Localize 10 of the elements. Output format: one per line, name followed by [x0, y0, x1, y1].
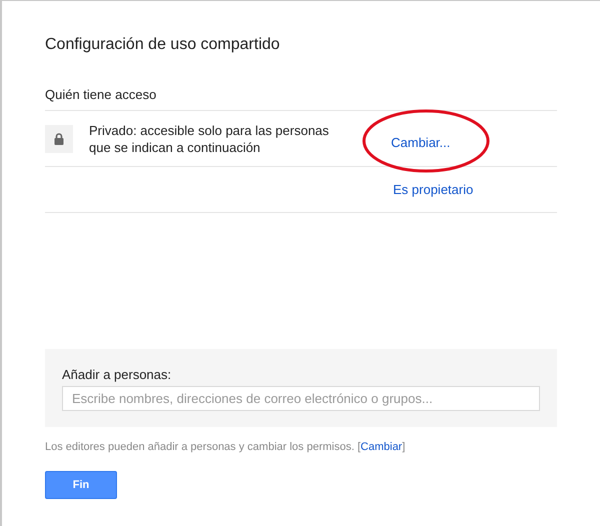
editors-note: Los editores pueden añadir a personas y cambiar los permisos. [Cambiar] — [45, 440, 406, 454]
change-permissions-link[interactable]: Cambiar — [360, 441, 402, 453]
section-heading: Quién tiene acceso — [45, 87, 158, 103]
add-people-label: Añadir a personas: — [62, 367, 172, 383]
visibility-description: Privado: accesible solo para las personas que se indican a continuación — [89, 122, 330, 156]
change-link[interactable]: Cambiar... — [391, 134, 450, 150]
lock-icon — [45, 124, 73, 152]
dialog-title: Configuración de uso compartido — [45, 35, 281, 55]
owner-label: Es propietario — [393, 180, 474, 199]
people-input[interactable]: Escribe nombres, direcciones de correo electrónico o grupos... — [62, 386, 540, 411]
